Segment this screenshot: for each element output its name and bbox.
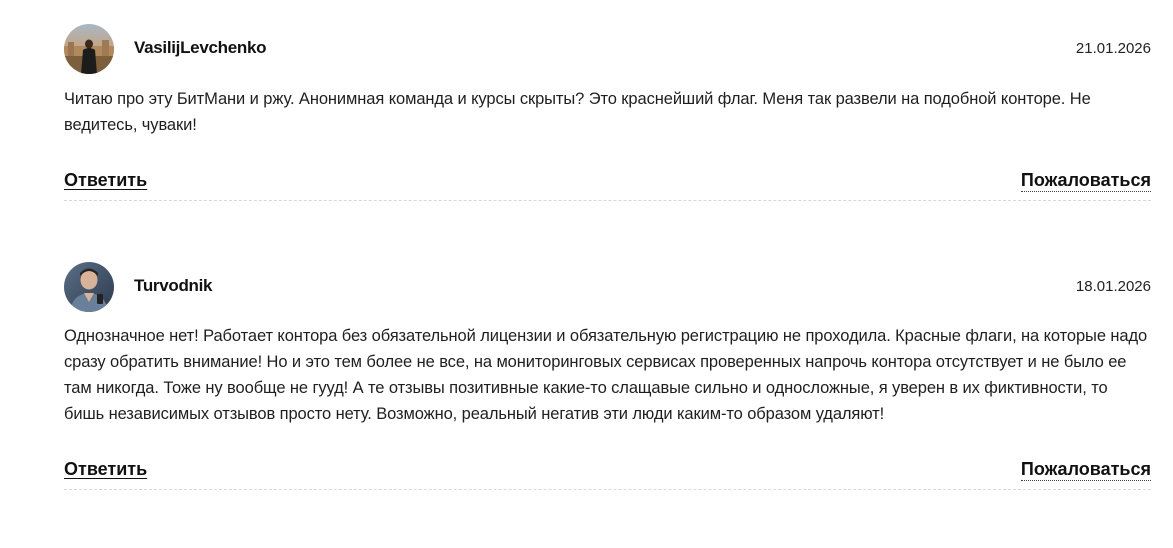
report-button[interactable]: Пожаловаться [1020,459,1151,481]
reply-button[interactable]: Ответить [64,170,147,191]
comment-header: VasilijLevchenko 21.01.2026 [64,24,1151,74]
comment-item: VasilijLevchenko 21.01.2026 Читаю про эт… [64,24,1151,201]
comment-actions: Ответить Пожаловаться [64,459,1151,489]
comment-actions: Ответить Пожаловаться [64,170,1151,200]
report-button[interactable]: Пожаловаться [1020,170,1151,192]
comment-date: 18.01.2026 [1075,278,1151,295]
comment-author: VasilijLevchenko [134,38,267,57]
comment-text: Читаю про эту БитМани и ржу. Анонимная к… [64,90,1091,134]
comment-header: Turvodnik 18.01.2026 [64,262,1151,312]
reply-button[interactable]: Ответить [64,459,147,480]
comment-divider [64,200,1151,201]
avatar [64,24,114,74]
avatar [64,262,114,312]
comment-divider [64,489,1151,490]
comment-item: Turvodnik 18.01.2026 Однозначное нет! Ра… [64,262,1151,490]
comment-date: 21.01.2026 [1075,40,1151,57]
comment-text: Однозначное нет! Работает контора без об… [64,327,1148,423]
comment-author: Turvodnik [134,276,213,295]
